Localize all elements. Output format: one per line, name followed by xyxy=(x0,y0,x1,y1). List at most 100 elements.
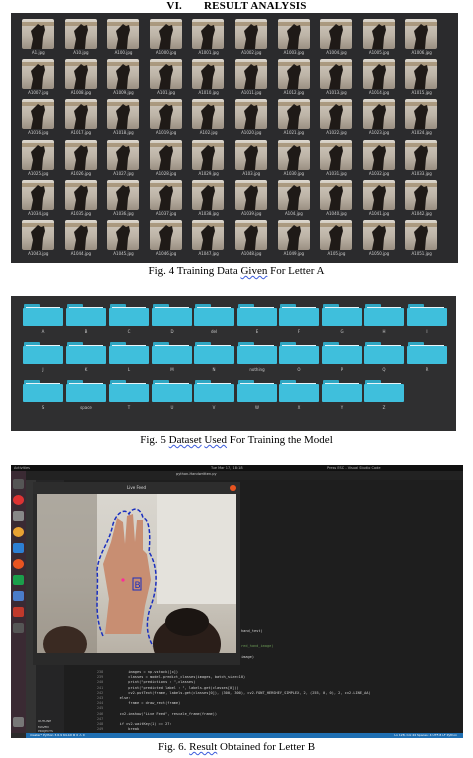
folder-icon[interactable]: M xyxy=(152,342,192,374)
folder-icon[interactable]: L xyxy=(109,342,149,374)
image-thumbnail[interactable]: A101.jpg xyxy=(145,59,188,99)
image-thumbnail[interactable]: A1001.jpg xyxy=(187,19,230,59)
folder-icon[interactable]: K xyxy=(66,342,106,374)
image-thumbnail[interactable]: A105.jpg xyxy=(315,219,358,260)
image-thumbnail[interactable]: A1047.jpg xyxy=(187,219,230,260)
folder-icon[interactable]: Y xyxy=(322,380,362,412)
image-thumbnail[interactable]: A1034.jpg xyxy=(17,179,60,220)
folder-icon[interactable]: J xyxy=(23,342,63,374)
image-thumbnail[interactable]: A1040.jpg xyxy=(315,179,358,220)
folder-icon[interactable]: C xyxy=(109,304,149,336)
close-icon[interactable] xyxy=(230,485,236,491)
image-thumbnail[interactable]: A1025.jpg xyxy=(17,139,60,180)
image-thumbnail[interactable]: A1002.jpg xyxy=(230,19,273,59)
vscode-icon[interactable] xyxy=(13,543,24,553)
image-thumbnail[interactable]: A1009.jpg xyxy=(102,59,145,99)
image-thumbnail[interactable]: A1039.jpg xyxy=(230,179,273,220)
image-thumbnail[interactable]: A1021.jpg xyxy=(273,99,316,139)
image-thumbnail[interactable]: A1038.jpg xyxy=(187,179,230,220)
image-thumbnail[interactable]: A1022.jpg xyxy=(315,99,358,139)
document-icon[interactable] xyxy=(13,591,24,601)
files-icon[interactable] xyxy=(13,479,24,489)
image-thumbnail[interactable]: A1048.jpg xyxy=(230,219,273,260)
image-thumbnail[interactable]: A1042.jpg xyxy=(400,179,443,220)
image-thumbnail[interactable]: A1003.jpg xyxy=(273,19,316,59)
app-icon[interactable] xyxy=(13,607,24,617)
image-thumbnail[interactable]: A1005.jpg xyxy=(358,19,401,59)
image-thumbnail[interactable]: A104.jpg xyxy=(273,179,316,220)
image-thumbnail[interactable]: A1017.jpg xyxy=(60,99,103,139)
image-thumbnail[interactable]: A1019.jpg xyxy=(145,99,188,139)
image-thumbnail[interactable]: A1023.jpg xyxy=(358,99,401,139)
image-thumbnail[interactable]: A1006.jpg xyxy=(400,19,443,59)
image-thumbnail[interactable]: A1000.jpg xyxy=(145,19,188,59)
app-icon[interactable] xyxy=(13,623,24,633)
folder-icon[interactable]: I xyxy=(407,304,447,336)
image-thumbnail[interactable]: A1024.jpg xyxy=(400,99,443,139)
image-thumbnail[interactable]: A1028.jpg xyxy=(145,139,188,180)
outline-section[interactable]: OUTLINE xyxy=(38,719,51,723)
image-thumbnail[interactable]: A1045.jpg xyxy=(102,219,145,260)
folder-icon[interactable]: O xyxy=(279,342,319,374)
image-thumbnail[interactable]: A1015.jpg xyxy=(400,59,443,99)
image-thumbnail[interactable]: A1041.jpg xyxy=(358,179,401,220)
show-apps-icon[interactable] xyxy=(13,717,24,727)
text-editor-icon[interactable] xyxy=(13,511,24,521)
image-thumbnail[interactable]: A1035.jpg xyxy=(60,179,103,220)
folder-icon[interactable]: F xyxy=(279,304,319,336)
image-thumbnail[interactable]: A1018.jpg xyxy=(102,99,145,139)
image-thumbnail[interactable]: A1036.jpg xyxy=(102,179,145,220)
folder-icon[interactable]: Z xyxy=(364,380,404,412)
image-thumbnail[interactable]: A1012.jpg xyxy=(273,59,316,99)
folder-icon[interactable]: E xyxy=(237,304,277,336)
folder-icon[interactable]: X xyxy=(279,380,319,412)
folder-icon[interactable]: B xyxy=(66,304,106,336)
folder-icon[interactable]: P xyxy=(322,342,362,374)
editor-tab[interactable]: python-Handwritten.py xyxy=(176,472,217,476)
image-thumbnail[interactable]: A1050.jpg xyxy=(358,219,401,260)
image-thumbnail[interactable]: A1046.jpg xyxy=(145,219,188,260)
folder-icon[interactable]: Q xyxy=(364,342,404,374)
image-thumbnail[interactable]: A1004.jpg xyxy=(315,19,358,59)
folder-icon[interactable]: G xyxy=(322,304,362,336)
image-thumbnail[interactable]: A1007.jpg xyxy=(17,59,60,99)
image-thumbnail[interactable]: A1011.jpg xyxy=(230,59,273,99)
image-thumbnail[interactable]: A1030.jpg xyxy=(273,139,316,180)
chrome-icon[interactable] xyxy=(13,527,24,537)
image-thumbnail[interactable]: A1010.jpg xyxy=(187,59,230,99)
image-thumbnail[interactable]: A1026.jpg xyxy=(60,139,103,180)
image-thumbnail[interactable]: A100.jpg xyxy=(102,19,145,59)
image-thumbnail[interactable]: A1037.jpg xyxy=(145,179,188,220)
folder-icon[interactable]: U xyxy=(152,380,192,412)
image-thumbnail[interactable]: A10.jpg xyxy=(60,19,103,59)
image-thumbnail[interactable]: A1043.jpg xyxy=(17,219,60,260)
maven-projects-section[interactable]: MAVEN PROJECTS xyxy=(38,725,64,733)
folder-icon[interactable]: S xyxy=(23,380,63,412)
image-thumbnail[interactable]: A1013.jpg xyxy=(315,59,358,99)
folder-icon[interactable]: D xyxy=(152,304,192,336)
image-thumbnail[interactable]: A1044.jpg xyxy=(60,219,103,260)
image-thumbnail[interactable]: A103.jpg xyxy=(230,139,273,180)
image-thumbnail[interactable]: A1029.jpg xyxy=(187,139,230,180)
image-thumbnail[interactable]: A1016.jpg xyxy=(17,99,60,139)
app-icon[interactable] xyxy=(13,495,24,505)
image-thumbnail[interactable]: A1033.jpg xyxy=(400,139,443,180)
folder-icon[interactable]: R xyxy=(407,342,447,374)
image-thumbnail[interactable]: A1027.jpg xyxy=(102,139,145,180)
app-icon[interactable] xyxy=(13,575,24,585)
app-icon[interactable] xyxy=(13,559,24,569)
folder-icon[interactable]: space xyxy=(66,380,106,412)
image-thumbnail[interactable]: A1.jpg xyxy=(17,19,60,59)
folder-icon[interactable]: A xyxy=(23,304,63,336)
folder-icon[interactable]: N xyxy=(194,342,234,374)
folder-icon[interactable]: nothing xyxy=(237,342,277,374)
image-thumbnail[interactable]: A1014.jpg xyxy=(358,59,401,99)
folder-icon[interactable]: W xyxy=(237,380,277,412)
image-thumbnail[interactable]: A1032.jpg xyxy=(358,139,401,180)
image-thumbnail[interactable]: A1008.jpg xyxy=(60,59,103,99)
image-thumbnail[interactable]: A1051.jpg xyxy=(400,219,443,260)
image-thumbnail[interactable]: A1020.jpg xyxy=(230,99,273,139)
folder-icon[interactable]: T xyxy=(109,380,149,412)
folder-icon[interactable]: del xyxy=(194,304,234,336)
status-right[interactable]: Ln 128, Col 44 Spaces: 4 UTF-8 LF Python xyxy=(394,733,457,738)
